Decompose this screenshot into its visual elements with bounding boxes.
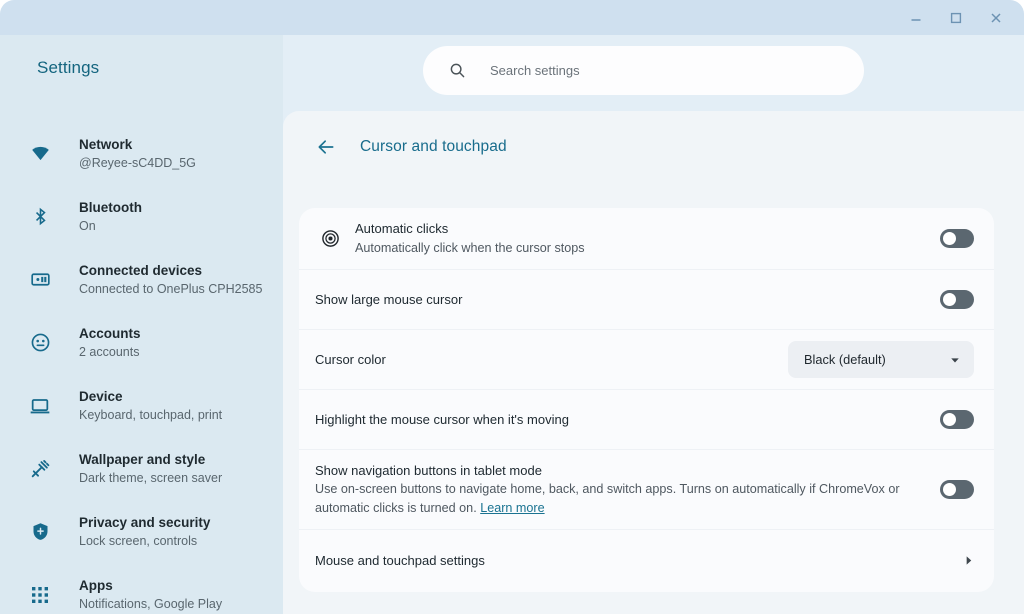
sidebar-item-sublabel: 2 accounts [79,344,141,361]
connected-devices-icon [24,264,56,296]
bluetooth-icon [24,201,56,233]
search-icon [449,62,466,79]
row-sublabel-text: Use on-screen buttons to navigate home, … [315,482,900,516]
shield-icon [24,516,56,548]
sidebar-item-label: Wallpaper and style [79,451,222,469]
row-sublabel: Automatically click when the cursor stop… [355,239,926,258]
row-sublabel: Use on-screen buttons to navigate home, … [315,480,912,519]
chevron-right-icon [963,555,974,566]
sidebar: Settings Network @Reyee-sC4DD_5G [0,35,283,614]
sidebar-item-sublabel: @Reyee-sC4DD_5G [79,155,196,172]
sidebar-item-sublabel: Connected to OnePlus CPH2585 [79,281,262,298]
dropdown-cursor-color[interactable]: Black (default) [788,341,974,378]
sidebar-item-accounts[interactable]: Accounts 2 accounts [0,311,283,374]
toggle-knob [943,293,956,306]
settings-card: Automatic clicks Automatically click whe… [299,208,994,592]
arrow-left-icon[interactable] [314,135,338,159]
row-cursor-color[interactable]: Cursor color Black (default) [299,330,994,390]
sidebar-item-label: Apps [79,577,222,595]
toggle-knob [943,232,956,245]
page-header: Cursor and touchpad [314,135,507,159]
sidebar-item-sublabel: On [79,218,142,235]
wifi-icon [24,138,56,170]
settings-window: Settings Network @Reyee-sC4DD_5G [0,0,1024,614]
sidebar-item-device[interactable]: Device Keyboard, touchpad, print [0,374,283,437]
sidebar-item-sublabel: Lock screen, controls [79,533,210,550]
toggle-highlight-mouse-cursor[interactable] [940,410,974,429]
row-title: Automatic clicks [355,219,926,238]
apps-grid-icon [24,579,56,611]
page-title: Cursor and touchpad [360,138,507,156]
sidebar-item-apps[interactable]: Apps Notifications, Google Play [0,563,283,614]
sidebar-nav: Network @Reyee-sC4DD_5G Bluetooth On [0,122,283,614]
sidebar-item-label: Network [79,136,196,154]
settings-title: Settings [37,58,99,78]
close-button[interactable] [976,2,1016,34]
toggle-show-large-mouse-cursor[interactable] [940,290,974,309]
row-title: Cursor color [315,350,774,369]
row-title: Show large mouse cursor [315,290,926,309]
row-title: Mouse and touchpad settings [315,551,949,570]
row-mouse-and-touchpad-settings[interactable]: Mouse and touchpad settings [299,530,994,590]
sidebar-item-label: Device [79,388,222,406]
sidebar-item-sublabel: Notifications, Google Play [79,596,222,613]
sidebar-item-sublabel: Keyboard, touchpad, print [79,407,222,424]
search-bar[interactable]: Search settings [423,46,864,95]
row-show-navigation-buttons[interactable]: Show navigation buttons in tablet mode U… [299,450,994,530]
sidebar-item-label: Accounts [79,325,141,343]
sidebar-item-connected-devices[interactable]: Connected devices Connected to OnePlus C… [0,248,283,311]
sidebar-item-label: Privacy and security [79,514,210,532]
sidebar-item-wallpaper-and-style[interactable]: Wallpaper and style Dark theme, screen s… [0,437,283,500]
minimize-button[interactable] [896,2,936,34]
sidebar-item-bluetooth[interactable]: Bluetooth On [0,185,283,248]
row-title: Show navigation buttons in tablet mode [315,461,912,480]
search-input[interactable]: Search settings [490,63,580,78]
sidebar-item-sublabel: Dark theme, screen saver [79,470,222,487]
toggle-automatic-clicks[interactable] [940,229,974,248]
row-automatic-clicks[interactable]: Automatic clicks Automatically click whe… [299,208,994,270]
toggle-show-navigation-buttons[interactable] [940,480,974,499]
toggle-knob [943,413,956,426]
brush-icon [24,453,56,485]
row-show-large-mouse-cursor[interactable]: Show large mouse cursor [299,270,994,330]
chevron-down-icon [950,355,960,365]
content-area: Search settings Cursor and touchpad [283,35,1024,614]
settings-panel: Cursor and touchpad Automatic clicks A [283,111,1024,614]
target-icon [315,229,345,248]
sidebar-item-label: Bluetooth [79,199,142,217]
account-icon [24,327,56,359]
window-titlebar [0,0,1024,35]
toggle-knob [943,483,956,496]
sidebar-item-privacy-and-security[interactable]: Privacy and security Lock screen, contro… [0,500,283,563]
maximize-button[interactable] [936,2,976,34]
sidebar-item-label: Connected devices [79,262,262,280]
row-highlight-mouse-cursor[interactable]: Highlight the mouse cursor when it's mov… [299,390,994,450]
sidebar-item-network[interactable]: Network @Reyee-sC4DD_5G [0,122,283,185]
learn-more-link[interactable]: Learn more [480,501,544,515]
dropdown-selected-value: Black (default) [804,352,886,367]
row-title: Highlight the mouse cursor when it's mov… [315,410,926,429]
laptop-icon [24,390,56,422]
